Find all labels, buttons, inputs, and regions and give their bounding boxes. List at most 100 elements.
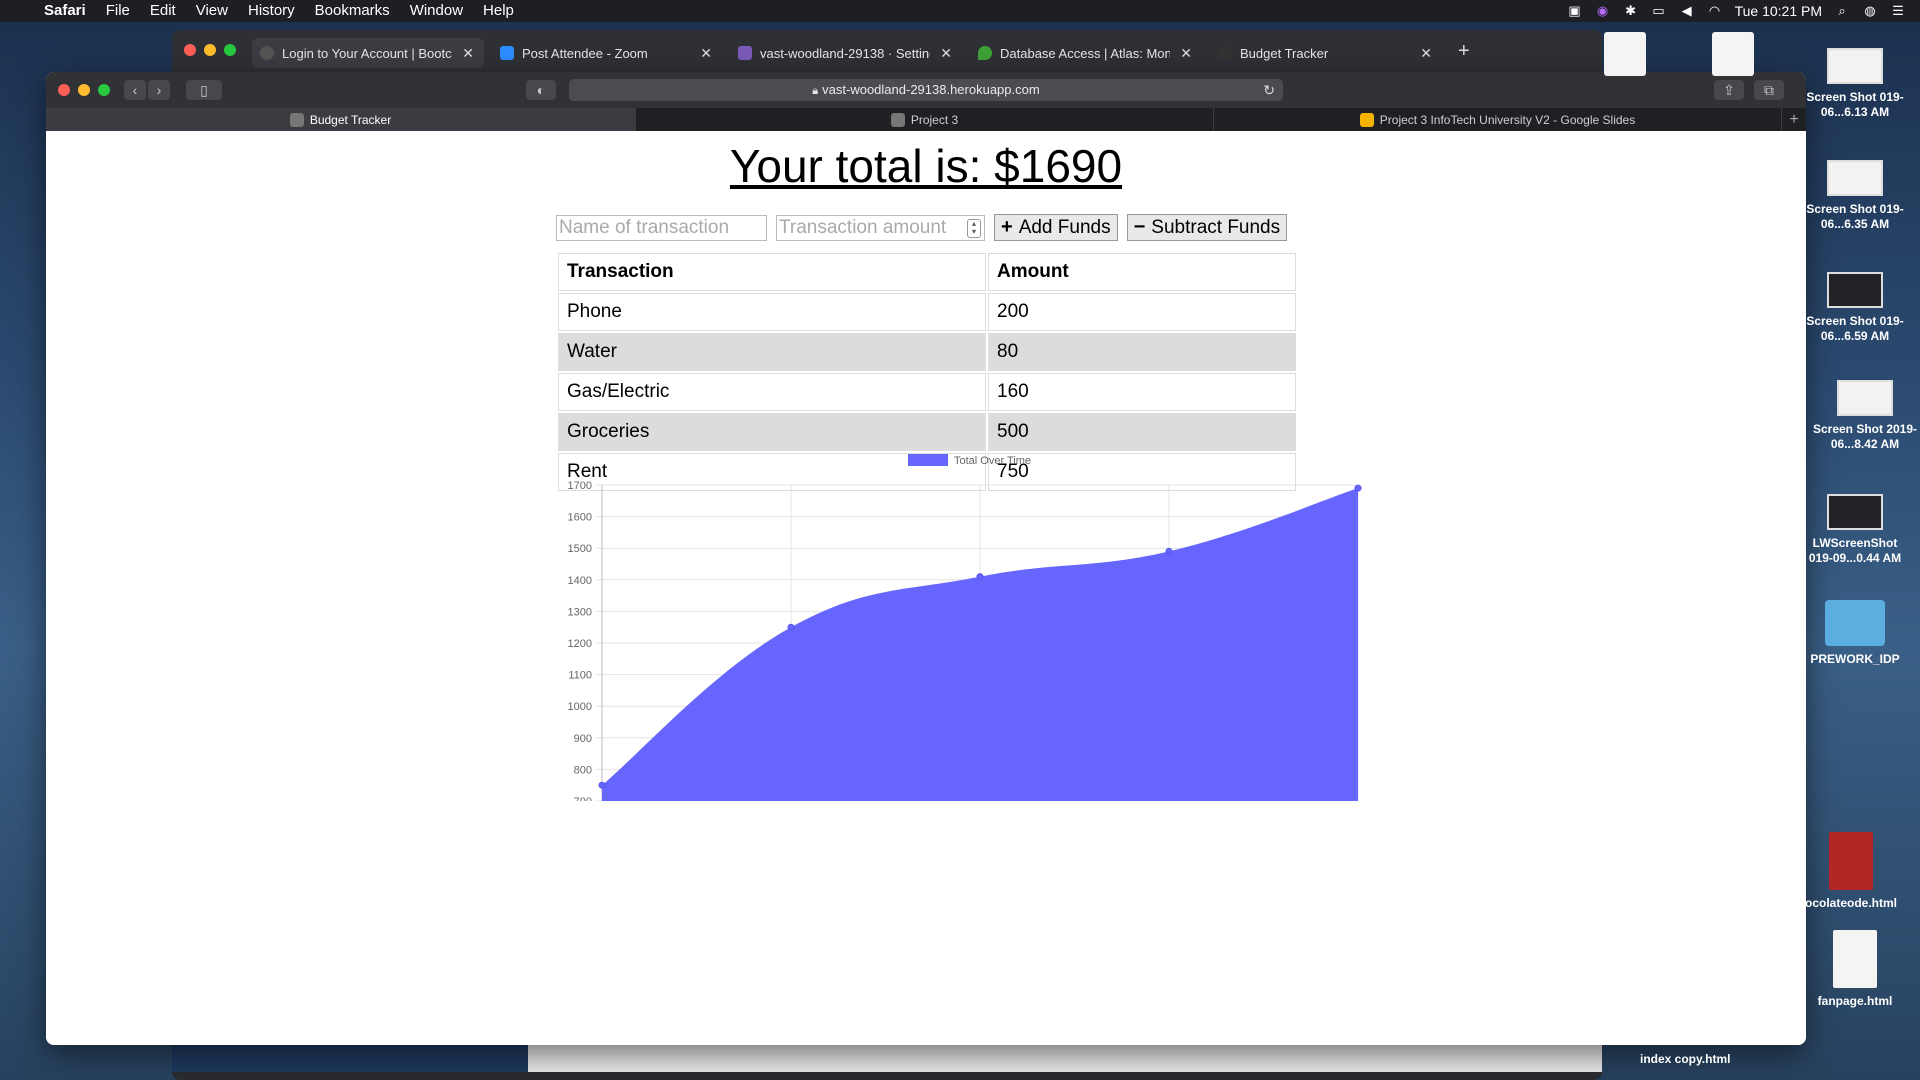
background-tab-zoom[interactable]: Post Attendee - Zoom ✕	[492, 38, 722, 68]
y-tick-label: 1500	[568, 543, 592, 555]
share-button[interactable]: ⇪	[1714, 80, 1744, 100]
desktop-file-partial[interactable]	[1712, 32, 1754, 76]
close-window-button[interactable]	[184, 44, 196, 56]
number-stepper-icon[interactable]: ▴ ▾	[967, 218, 981, 238]
desktop-file-partial[interactable]	[1604, 32, 1646, 76]
reload-icon[interactable]: ↻	[1263, 79, 1275, 101]
y-tick-label: 1300	[568, 606, 592, 618]
volume-icon[interactable]: ◀	[1679, 4, 1695, 18]
desktop-folder[interactable]: PREWORK_IDP	[1800, 600, 1910, 667]
legend-swatch	[908, 454, 948, 466]
tab-title: Budget Tracker	[1240, 45, 1329, 61]
tab-project-3[interactable]: Project 3	[636, 108, 1214, 131]
desktop-icon-screenshot[interactable]: Screen Shot 019-06...6.59 AM	[1800, 272, 1910, 344]
close-tab-icon[interactable]: ✕	[940, 45, 952, 62]
bluetooth-icon[interactable]: ✱	[1623, 4, 1639, 18]
menu-view[interactable]: View	[186, 0, 238, 22]
desktop-icon-screenshot[interactable]: Screen Shot 019-06...6.35 AM	[1800, 160, 1910, 232]
subtract-funds-button[interactable]: − Subtract Funds	[1126, 214, 1288, 241]
desktop-file[interactable]: fanpage.html	[1800, 930, 1910, 1009]
page-icon	[289, 112, 304, 127]
desktop-icon-screenshot[interactable]: LWScreenShot 019-09...0.44 AM	[1800, 494, 1910, 566]
total-over-time-chart: 700 800 900 1000 1100 1200 1300 1400 1500 1600 170…	[568, 454, 1362, 801]
transaction-amount-cell: 200	[988, 293, 1296, 331]
total-heading: Your total is: $1690	[729, 140, 1123, 192]
close-tab-icon[interactable]: ✕	[1420, 45, 1432, 62]
privacy-report-button[interactable]: ◐	[526, 80, 556, 100]
close-tab-icon[interactable]: ✕	[462, 45, 474, 62]
app-status-icon[interactable]: ◉	[1595, 4, 1611, 18]
chart-legend[interactable]: Total Over Time	[908, 454, 1031, 467]
desktop-icon-label: ocolateode.html	[1804, 896, 1897, 910]
background-tab-budget[interactable]: Budget Tracker ✕	[1210, 38, 1442, 68]
minimize-window-button[interactable]	[78, 84, 90, 96]
desktop-file-label[interactable]: index copy.html	[1640, 1052, 1730, 1066]
menu-clock[interactable]: Tue 10:21 PM	[1735, 3, 1822, 19]
menu-history[interactable]: History	[238, 0, 305, 22]
screenshot-thumbnail	[1827, 272, 1883, 308]
transaction-form: ▴▾ + Add Funds − Subtract Funds	[556, 214, 1288, 241]
airplay-icon[interactable]: ▭	[1651, 4, 1667, 18]
transaction-amount-input[interactable]	[776, 214, 985, 241]
screenshot-thumbnail	[1837, 380, 1893, 416]
heroku-icon	[738, 46, 752, 60]
sidebar-toggle-button[interactable]: ▯	[186, 80, 222, 100]
transaction-name-input[interactable]	[556, 214, 767, 241]
background-tab-strip: Login to Your Account | Bootca ✕ Post At…	[172, 30, 1602, 76]
menu-edit[interactable]: Edit	[140, 0, 186, 22]
desktop-icon-label: Screen Shot 019-06...6.13 AM	[1806, 90, 1904, 119]
close-window-button[interactable]	[58, 84, 70, 96]
menu-help[interactable]: Help	[473, 0, 524, 22]
notification-center-icon[interactable]: ☰	[1890, 4, 1906, 18]
tab-overview-button[interactable]: ⧉	[1754, 80, 1784, 100]
y-tick-label: 1000	[568, 701, 592, 713]
back-button[interactable]: ‹	[124, 80, 146, 100]
subtract-funds-label: Subtract Funds	[1151, 216, 1281, 238]
tab-google-slides[interactable]: Project 3 InfoTech University V2 - Googl…	[1214, 108, 1782, 131]
background-tab-login[interactable]: Login to Your Account | Bootca ✕	[252, 38, 484, 68]
screenshot-thumbnail	[1827, 160, 1883, 196]
page-icon	[890, 112, 905, 127]
spotlight-search-icon[interactable]: ⌕	[1834, 4, 1850, 18]
menu-app-name[interactable]: Safari	[34, 0, 96, 22]
close-tab-icon[interactable]: ✕	[1180, 45, 1192, 62]
background-tab-heroku[interactable]: vast-woodland-29138 · Setting ✕	[730, 38, 962, 68]
table-row: Groceries 500	[558, 413, 1296, 451]
zoom-window-button[interactable]	[98, 84, 110, 96]
address-bar[interactable]: 🔒︎ vast-woodland-29138.herokuapp.com ↻	[569, 79, 1283, 101]
desktop-icon-label: Screen Shot 019-06...6.35 AM	[1806, 202, 1904, 231]
page-icon	[1218, 46, 1232, 60]
transaction-amount-cell: 500	[988, 413, 1296, 451]
background-tab-atlas[interactable]: Database Access | Atlas: Mong ✕	[970, 38, 1202, 68]
zoom-window-button[interactable]	[224, 44, 236, 56]
siri-icon[interactable]: ◍	[1862, 4, 1878, 18]
menu-file[interactable]: File	[96, 0, 140, 22]
data-point	[787, 623, 795, 631]
window-controls	[58, 84, 110, 96]
column-header-amount: Amount	[988, 253, 1296, 291]
forward-button[interactable]: ›	[148, 80, 170, 100]
desktop-icon-screenshot[interactable]: Screen Shot 019-06...6.13 AM	[1800, 48, 1910, 120]
close-tab-icon[interactable]: ✕	[700, 45, 712, 62]
html-file-icon	[1829, 832, 1873, 890]
data-point	[1354, 484, 1362, 492]
y-axis-ticks: 700 800 900 1000 1100 1200 1300 1400 1500 1600 170…	[568, 480, 592, 801]
y-tick-label: 900	[574, 733, 592, 745]
y-tick-label: 1400	[568, 575, 592, 587]
add-funds-button[interactable]: + Add Funds	[994, 214, 1118, 241]
new-tab-icon[interactable]: +	[1458, 40, 1470, 63]
minimize-window-button[interactable]	[204, 44, 216, 56]
desktop-file[interactable]: ocolateode.html	[1796, 832, 1906, 911]
folder-icon	[1825, 600, 1885, 646]
desktop-icon-label: Screen Shot 2019-06...8.42 AM	[1812, 422, 1918, 451]
table-row: Phone 200	[558, 293, 1296, 331]
tab-title: Project 3 InfoTech University V2 - Googl…	[1379, 112, 1636, 127]
wifi-icon[interactable]: ◠	[1707, 4, 1723, 18]
desktop-icon-screenshot[interactable]: Screen Shot 2019-06...8.42 AM	[1810, 380, 1920, 452]
transaction-name-cell: Phone	[558, 293, 986, 331]
tab-budget-tracker[interactable]: Budget Tracker	[46, 108, 636, 131]
menu-bookmarks[interactable]: Bookmarks	[305, 0, 400, 22]
background-page-image	[172, 1042, 528, 1072]
zoom-status-icon[interactable]: ▣	[1567, 4, 1583, 18]
menu-window[interactable]: Window	[400, 0, 473, 22]
